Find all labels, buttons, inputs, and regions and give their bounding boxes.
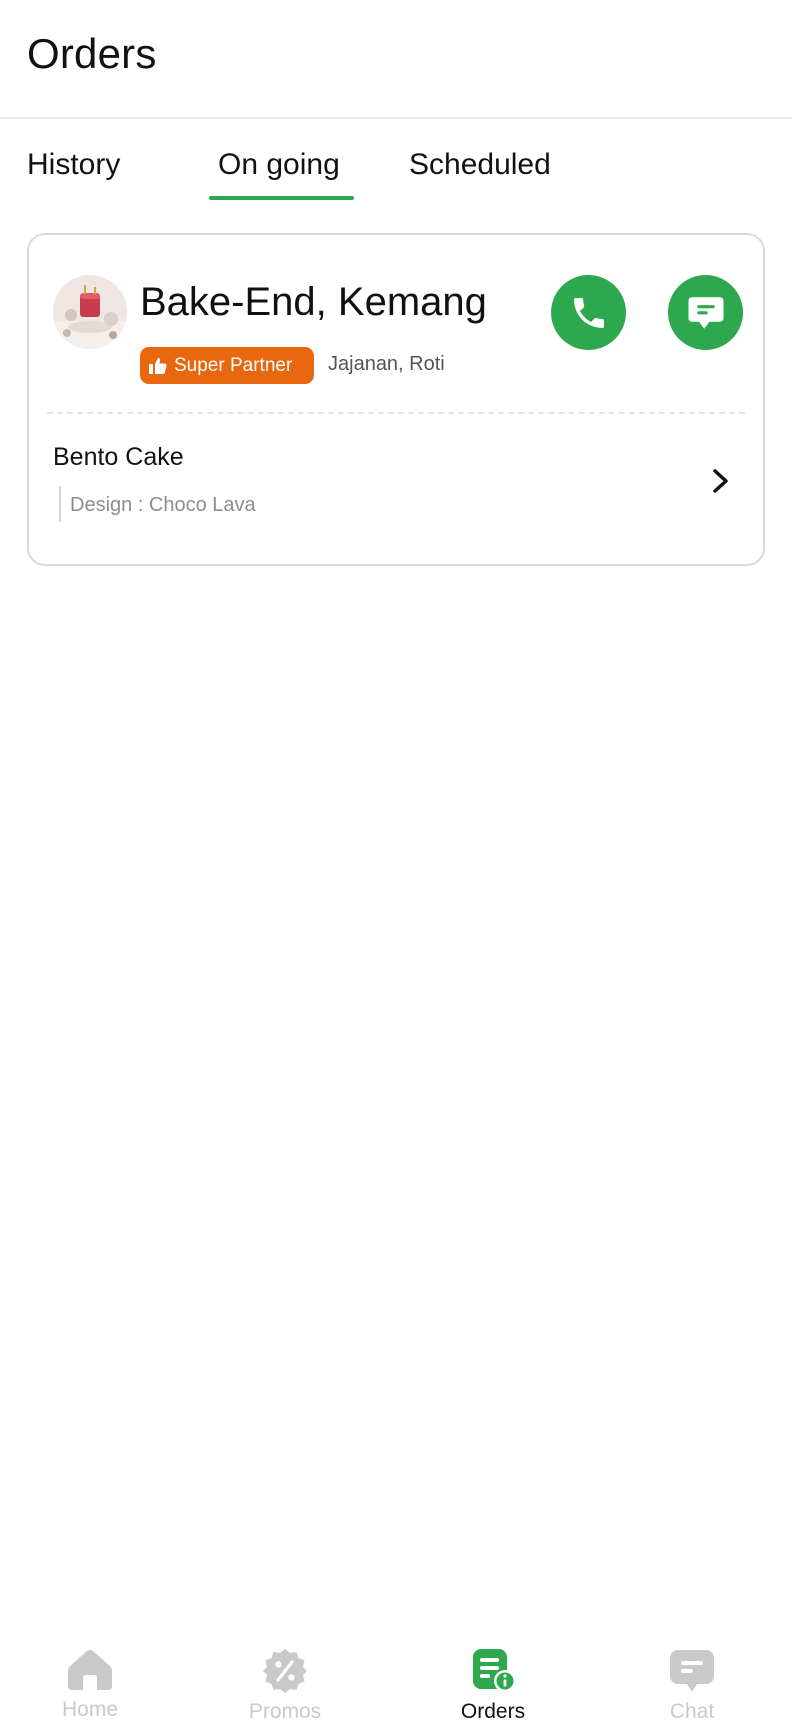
tab-scheduled[interactable]: Scheduled — [409, 147, 551, 183]
home-icon — [68, 1650, 112, 1690]
active-tab-indicator — [209, 196, 354, 200]
item-name: Bento Cake — [53, 443, 184, 471]
nav-orders-label: Orders — [460, 1700, 526, 1723]
note-indent-bar — [59, 486, 61, 522]
call-button[interactable] — [551, 275, 626, 350]
card-divider — [47, 412, 745, 414]
nav-home[interactable]: Home — [20, 1648, 160, 1725]
page-title: Orders — [27, 30, 157, 77]
phone-icon — [573, 297, 604, 328]
nav-chat-label: Chat — [669, 1700, 715, 1723]
nav-promos[interactable]: Promos — [215, 1648, 355, 1725]
nav-promos-label: Promos — [248, 1700, 322, 1723]
store-name: Bake-End, Kemang — [140, 280, 487, 324]
thumbs-up-icon — [149, 357, 167, 374]
tab-history[interactable]: History — [27, 147, 120, 183]
message-icon — [688, 296, 723, 329]
percent-badge-icon — [263, 1649, 307, 1693]
nav-orders[interactable]: Orders — [423, 1648, 563, 1725]
message-button[interactable] — [668, 275, 743, 350]
bottom-navigation: Home Promos Orders Chat — [0, 1630, 792, 1725]
super-partner-badge: Super Partner — [140, 347, 314, 384]
tab-on-going[interactable]: On going — [218, 147, 340, 183]
order-tabs: History On going Scheduled — [0, 121, 792, 203]
item-note: Design : Choco Lava — [70, 494, 256, 516]
nav-chat[interactable]: Chat — [622, 1648, 762, 1725]
cake-photo-icon — [53, 275, 127, 349]
chat-icon — [670, 1650, 714, 1692]
order-card[interactable]: Bake-End, Kemang Super Partner Jajanan, … — [27, 233, 765, 566]
nav-home-label: Home — [61, 1698, 119, 1721]
orders-icon — [473, 1649, 516, 1692]
app-header: Orders — [0, 0, 792, 119]
store-categories: Jajanan, Roti — [328, 353, 445, 375]
badge-label: Super Partner — [174, 354, 293, 376]
chevron-right-icon[interactable] — [705, 463, 735, 499]
store-avatar — [53, 275, 127, 349]
